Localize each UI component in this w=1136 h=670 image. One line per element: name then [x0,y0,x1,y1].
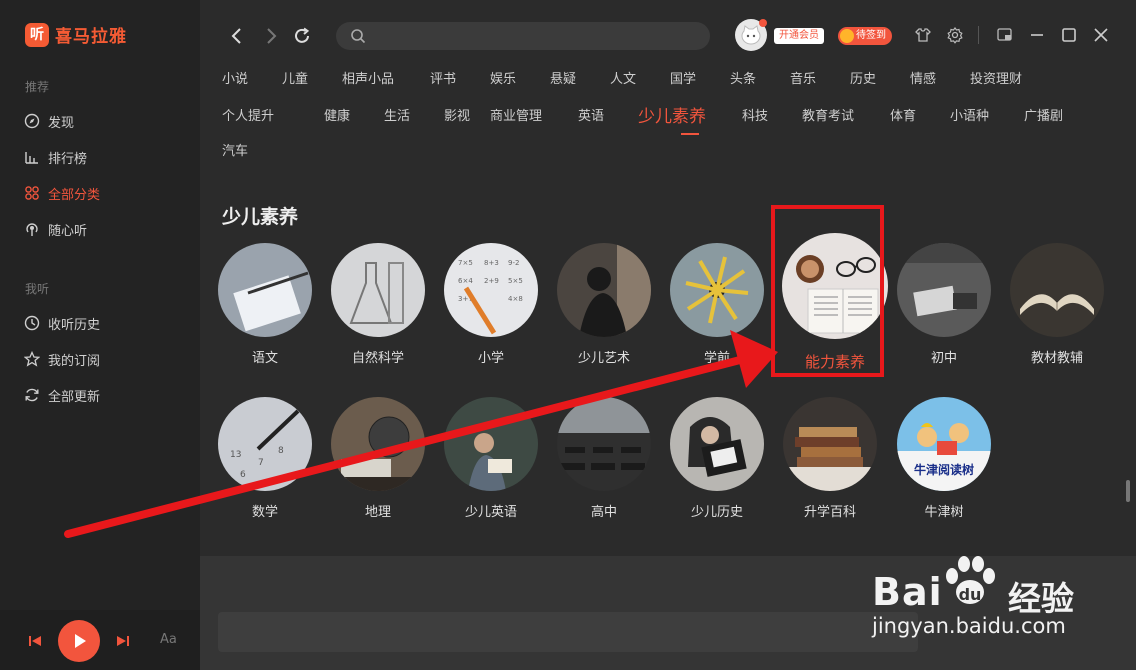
app-window: 听 喜马拉雅 推荐 发现 排行榜 全部分类 随心听 我听 收听历史 我的订阅 全… [0,0,1136,670]
paw-icon: du [946,556,995,604]
watermark-url: jingyan.baidu.com [872,614,1066,638]
watermark-brand-cn: 经验 [1008,579,1074,618]
blurred-strip [218,612,918,652]
watermark-brand-left: Bai [872,570,943,614]
baidu-jingyan-watermark: Bai du 经验 jingyan.baidu.com [872,556,1122,648]
watermark-brand-right: du [959,585,982,604]
scrollbar-thumb[interactable] [1126,480,1130,502]
